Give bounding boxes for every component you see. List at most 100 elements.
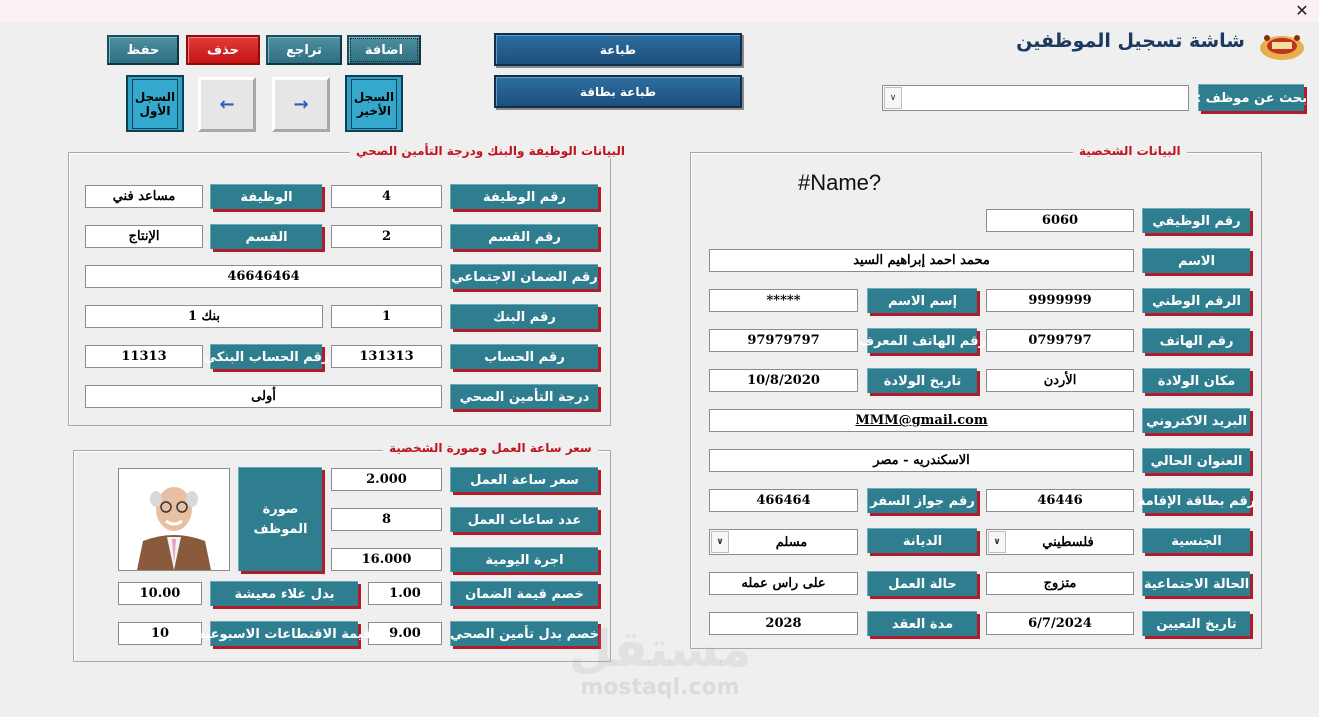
undo-button[interactable]: تراجع <box>266 35 342 65</box>
employee-avatar-icon <box>119 469 229 570</box>
delete-button[interactable]: حذف <box>186 35 260 65</box>
employee-search-combo[interactable]: ∨ <box>882 85 1189 111</box>
dept-number-label: رقم القسم <box>450 224 598 249</box>
print-card-button[interactable]: طباعة بطاقة <box>494 75 742 108</box>
health-deduction-field[interactable]: 9.00 <box>368 622 442 645</box>
app-logo <box>1258 30 1306 62</box>
full-name-field[interactable]: ***** <box>709 289 858 312</box>
hour-rate-label: سعر ساعة العمل <box>450 467 598 492</box>
ss-deduction-field[interactable]: 1.00 <box>368 582 442 605</box>
birth-date-label: تاريخ الولادة <box>867 368 977 393</box>
phone-field[interactable]: 0799797 <box>986 329 1134 352</box>
marital-status-field[interactable]: متزوج <box>986 572 1134 595</box>
last-record-label: السجل الأخير <box>351 78 397 129</box>
job-data-title: البيانات الوظيفة والبنك ودرجة التأمين ال… <box>350 144 632 158</box>
logo-icon <box>1260 35 1304 60</box>
name-label: الاسم <box>1142 248 1250 273</box>
hire-date-label: تاريخ التعيين <box>1142 611 1250 636</box>
religion-label: الديانة <box>867 528 977 553</box>
social-security-label: رقم الضمان الاجتماعي <box>450 264 598 289</box>
nationality-label: الجنسية <box>1142 528 1250 553</box>
marital-status-label: الحالة الاجتماعية <box>1142 571 1250 596</box>
name-formula-field: #Name? <box>798 170 882 195</box>
birth-place-field[interactable]: الأردن <box>986 369 1134 392</box>
nationality-value: فلسطيني <box>1042 534 1094 550</box>
bank-account-label: رقم الحساب البنكي <box>204 344 329 369</box>
dept-number-field[interactable]: 2 <box>331 225 442 248</box>
account-number-field[interactable]: 131313 <box>331 345 442 368</box>
birth-place-label: مكان الولادة <box>1142 368 1250 393</box>
email-label: البريد الاكتروني <box>1142 408 1250 433</box>
work-hours-label: عدد ساعات العمل <box>450 507 598 532</box>
close-icon[interactable]: ✕ <box>1290 0 1314 22</box>
name-field[interactable]: محمد احمد إبراهيم السيد <box>709 249 1134 272</box>
work-hours-field[interactable]: 8 <box>331 508 442 531</box>
daily-wage-field[interactable]: 16.000 <box>331 548 442 571</box>
phone-label: رقم الهاتف <box>1142 328 1250 353</box>
add-button[interactable]: اضافة <box>347 35 421 65</box>
hour-rate-field[interactable]: 2.000 <box>331 468 442 491</box>
employee-photo-label: صورة الموظف <box>238 467 322 571</box>
nationality-combo[interactable]: ∨ فلسطيني <box>986 529 1134 555</box>
religion-value: مسلم <box>775 534 808 550</box>
arrow-left-icon: ← <box>219 94 235 115</box>
wage-photo-title: سعر ساعة العمل وصورة الشخصية <box>383 441 598 455</box>
full-name-label: إسم الاسم <box>867 288 977 313</box>
watermark-logo: مستقل <box>568 620 752 678</box>
chevron-down-icon[interactable]: ∨ <box>988 531 1006 553</box>
bank-name-field[interactable]: بنك 1 <box>85 305 323 328</box>
weekly-deduction-field[interactable]: 10 <box>118 622 202 645</box>
employee-number-field[interactable]: 6060 <box>986 209 1134 232</box>
bank-number-field[interactable]: 1 <box>331 305 442 328</box>
dept-label: القسم <box>210 224 322 249</box>
arrow-right-icon: → <box>293 94 309 115</box>
chevron-down-icon[interactable]: ∨ <box>884 87 902 109</box>
bank-account-field[interactable]: 11313 <box>85 345 203 368</box>
job-title-field[interactable]: مساعد فني <box>85 185 203 208</box>
ref-phone-label: رقم الهاتف المعرف <box>859 328 986 353</box>
email-link[interactable]: MMM@gmail.com <box>855 413 987 428</box>
prev-record-button[interactable]: ← <box>198 77 256 132</box>
residence-number-label: رقم بطاقة الإقامة <box>1138 488 1255 513</box>
insurance-grade-field[interactable]: أولى <box>85 385 442 408</box>
insurance-grade-label: درجة التأمين الصحي <box>450 384 598 409</box>
account-number-label: رقم الحساب <box>450 344 598 369</box>
hire-date-field[interactable]: 6/7/2024 <box>986 612 1134 635</box>
print-button[interactable]: طباعة <box>494 33 742 66</box>
bank-number-label: رقم البنك <box>450 304 598 329</box>
job-title-label: الوظيفة <box>210 184 322 209</box>
work-status-field[interactable]: على راس عمله <box>709 572 858 595</box>
cost-of-living-field[interactable]: 10.00 <box>118 582 202 605</box>
save-button[interactable]: حفظ <box>107 35 179 65</box>
ref-phone-field[interactable]: 97979797 <box>709 329 858 352</box>
daily-wage-label: اجرة اليومية <box>450 547 598 572</box>
ss-deduction-label: خصم قيمة الضمان <box>450 581 598 606</box>
job-number-field[interactable]: 4 <box>331 185 442 208</box>
watermark-text: mostaql.com <box>580 675 740 700</box>
last-record-button[interactable]: السجل الأخير <box>345 75 403 132</box>
passport-number-field[interactable]: 466464 <box>709 489 858 512</box>
address-field[interactable]: الاسكندريه - مصر <box>709 449 1134 472</box>
next-record-button[interactable]: → <box>272 77 330 132</box>
job-number-label: رقم الوظيفة <box>450 184 598 209</box>
birth-date-field[interactable]: 10/8/2020 <box>709 369 858 392</box>
passport-number-label: رقم جواز السفر <box>867 488 977 513</box>
religion-combo[interactable]: ∨ مسلم <box>709 529 858 555</box>
social-security-field[interactable]: 46646464 <box>85 265 442 288</box>
chevron-down-icon[interactable]: ∨ <box>711 531 729 553</box>
email-field[interactable]: MMM@gmail.com <box>709 409 1134 432</box>
national-id-field[interactable]: 9999999 <box>986 289 1134 312</box>
employee-photo <box>118 468 230 571</box>
page-title: شاشة تسجيل الموظفين <box>1016 30 1245 52</box>
first-record-label: السجل الأول <box>132 78 178 129</box>
first-record-button[interactable]: السجل الأول <box>126 75 184 132</box>
personal-data-title: البيانات الشخصية <box>1073 144 1187 158</box>
employee-number-label: رقم الوظيفي <box>1142 208 1250 233</box>
cost-of-living-label: بدل غلاء معيشة <box>210 581 358 606</box>
weekly-deduction-label: قيمة الاقتطاعات الاسبوعية <box>197 621 372 646</box>
employee-search-label: بحث عن موظف : <box>1196 84 1307 111</box>
title-bar <box>0 0 1319 22</box>
residence-number-field[interactable]: 46446 <box>986 489 1134 512</box>
dept-field[interactable]: الإنتاج <box>85 225 203 248</box>
address-label: العنوان الحالي <box>1142 448 1250 473</box>
